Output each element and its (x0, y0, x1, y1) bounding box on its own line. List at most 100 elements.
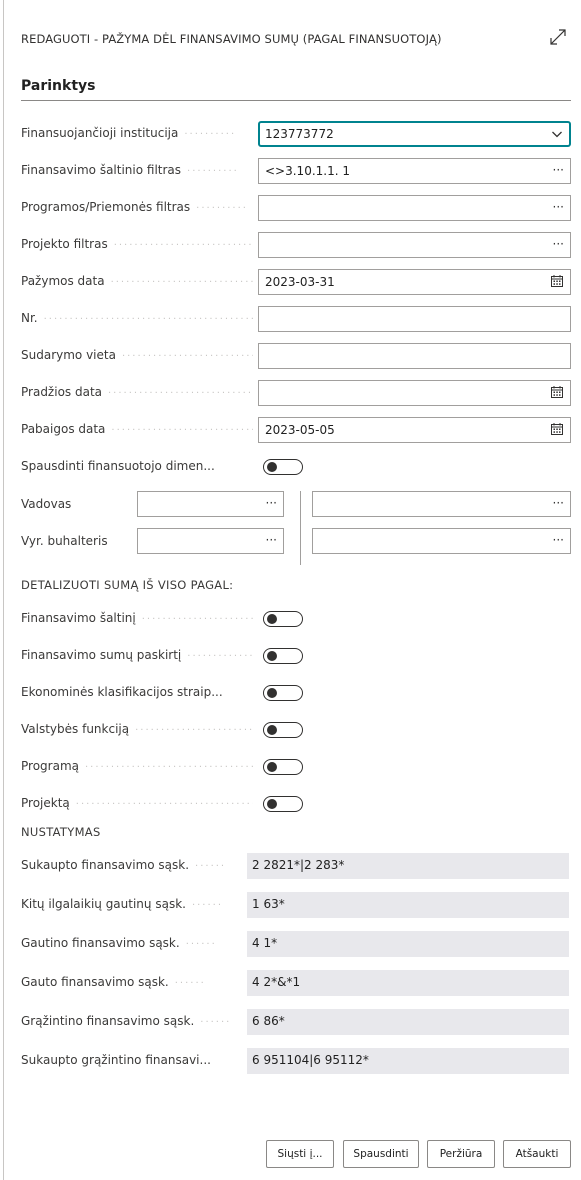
ellipsis-icon[interactable]: ··· (553, 200, 564, 214)
field-row-number: Nr. ·····································… (21, 306, 571, 332)
expand-icon[interactable] (547, 26, 569, 48)
signatory-label-director: Vadovas (21, 497, 72, 511)
certificate-date-field[interactable]: 2023-03-31 (258, 269, 571, 295)
field-label: Programą ································… (21, 759, 253, 773)
accountant-field-right[interactable]: ··· (312, 528, 571, 554)
ellipsis-icon[interactable]: ··· (266, 496, 277, 510)
ellipsis-icon[interactable]: ··· (553, 237, 564, 251)
field-label: Kitų ilgalaikių gautinų sąsk. ······ (21, 897, 224, 911)
readonly-field: 4 1* (247, 931, 569, 957)
calendar-icon[interactable] (550, 422, 564, 436)
ellipsis-icon[interactable]: ··· (266, 533, 277, 547)
settings-row: Gautino finansavimo sąsk. ······ 4 1* (21, 931, 571, 957)
readonly-field: 2 2821*|2 283* (247, 853, 569, 879)
readonly-field: 6 951104|6 95112* (247, 1048, 569, 1074)
field-label: Sukaupto grąžintino finansavi... (21, 1053, 211, 1067)
readonly-field: 6 86* (247, 1009, 569, 1035)
settings-row: Sukaupto grąžintino finansavi... 6 95110… (21, 1048, 571, 1074)
program-toggle[interactable] (263, 759, 303, 775)
print-dimensions-toggle[interactable] (263, 459, 303, 475)
funding-source-toggle[interactable] (263, 611, 303, 627)
institution-dropdown[interactable]: 123773772 (258, 121, 571, 147)
field-value: 4 2*&*1 (252, 975, 301, 989)
field-label: Pradžios data ···························… (21, 385, 253, 399)
toggle-row: Valstybės funkciją ······················… (21, 717, 571, 743)
field-label: Sukaupto finansavimo sąsk. ······ (21, 858, 227, 872)
toggle-row: Programą ································… (21, 754, 571, 780)
field-row-end-date: Pabaigos data ···························… (21, 417, 571, 443)
toggle-knob (267, 688, 277, 698)
ellipsis-icon[interactable]: ··· (553, 496, 564, 510)
ellipsis-icon[interactable]: ··· (553, 163, 564, 177)
field-row-source-filter: Finansavimo šaltinio filtras ·········· <… (21, 158, 571, 184)
field-row-program-filter: Programos/Priemonės filtras ·········· ··… (21, 195, 571, 221)
toggle-knob (267, 462, 277, 472)
source-filter-field[interactable]: <>3.10.1.1. 1 ··· (258, 158, 571, 184)
cancel-button[interactable]: Atšaukti (503, 1140, 571, 1168)
start-date-field[interactable] (258, 380, 571, 406)
field-value: 6 951104|6 95112* (252, 1053, 369, 1067)
section-divider (21, 100, 571, 101)
state-function-toggle[interactable] (263, 722, 303, 738)
field-row-institution: Finansuojančioji institucija ·········· 1… (21, 121, 571, 147)
project-filter-field[interactable]: ··· (258, 232, 571, 258)
field-value: 6 86* (252, 1014, 285, 1028)
field-value: 123773772 (265, 127, 334, 141)
ellipsis-icon[interactable]: ··· (553, 533, 564, 547)
field-value: 2 2821*|2 283* (252, 858, 345, 872)
field-label: Projektą ································… (21, 796, 253, 810)
detail-group-header: DETALIZUOTI SUMĄ IŠ VISO PAGAL: (21, 578, 234, 592)
field-value: 4 1* (252, 936, 278, 950)
toggle-knob (267, 762, 277, 772)
accountant-field-left[interactable]: ··· (137, 528, 284, 554)
field-label: Ekonominės klasifikacijos straip... (21, 685, 223, 699)
director-field-left[interactable]: ··· (137, 491, 284, 517)
calendar-icon[interactable] (550, 274, 564, 288)
field-label: Finansavimo šaltinį ·····················… (21, 611, 253, 625)
place-field[interactable] (258, 343, 571, 369)
field-value: 2023-03-31 (265, 275, 335, 289)
field-value: <>3.10.1.1. 1 (265, 164, 350, 178)
field-label: Programos/Priemonės filtras ·········· (21, 200, 248, 214)
field-row-certificate-date: Pažymos data ····························… (21, 269, 571, 295)
number-field[interactable] (258, 306, 571, 332)
field-value: 1 63* (252, 897, 285, 911)
field-label: Gauto finansavimo sąsk. ······ (21, 975, 206, 989)
calendar-icon[interactable] (550, 385, 564, 399)
print-button[interactable]: Spausdinti (343, 1140, 419, 1168)
field-label: Pabaigos data ···························… (21, 422, 253, 436)
field-label: Nr. ·····································… (21, 311, 253, 325)
field-label: Spausdinti finansuotojo dimen... (21, 459, 215, 473)
settings-row: Sukaupto finansavimo sąsk. ······ 2 2821*… (21, 853, 571, 879)
section-title: Parinktys (21, 78, 96, 94)
field-label: Projekto filtras ························… (21, 237, 253, 251)
field-label: Finansuojančioji institucija ·········· (21, 126, 237, 140)
chevron-down-icon[interactable] (551, 128, 563, 140)
toggle-row: Finansavimo sumų paskirtį···············… (21, 643, 571, 669)
field-row-start-date: Pradžios data ···························… (21, 380, 571, 406)
funding-purpose-toggle[interactable] (263, 648, 303, 664)
signatory-label-accountant: Vyr. buhalteris (21, 534, 108, 548)
field-label: Valstybės funkciją ······················… (21, 722, 253, 736)
economic-classification-toggle[interactable] (263, 685, 303, 701)
program-filter-field[interactable]: ··· (258, 195, 571, 221)
send-to-button[interactable]: Siųsti į... (266, 1140, 334, 1168)
director-field-right[interactable]: ··· (312, 491, 571, 517)
project-toggle[interactable] (263, 796, 303, 812)
field-row-print-dimensions: Spausdinti finansuotojo dimen... (21, 454, 571, 480)
field-label: Sudarymo vieta··························… (21, 348, 253, 362)
field-row-project-filter: Projekto filtras ························… (21, 232, 571, 258)
readonly-field: 1 63* (247, 892, 569, 918)
toggle-row: Ekonominės klasifikacijos straip... (21, 680, 571, 706)
settings-row: Grąžintino finansavimo sąsk. ······ 6 86* (21, 1009, 571, 1035)
signatory-divider (300, 491, 301, 565)
field-label: Grąžintino finansavimo sąsk. ······ (21, 1014, 232, 1028)
toggle-knob (267, 651, 277, 661)
toggle-row: Finansavimo šaltinį ·····················… (21, 606, 571, 632)
field-label: Finansavimo sumų paskirtį···············… (21, 648, 253, 662)
dialog-title: REDAGUOTI - PAŽYMA DĖL FINANSAVIMO SUMŲ … (21, 32, 442, 46)
toggle-knob (267, 725, 277, 735)
end-date-field[interactable]: 2023-05-05 (258, 417, 571, 443)
preview-button[interactable]: Peržiūra (427, 1140, 495, 1168)
toggle-row: Projektą ································… (21, 791, 571, 817)
